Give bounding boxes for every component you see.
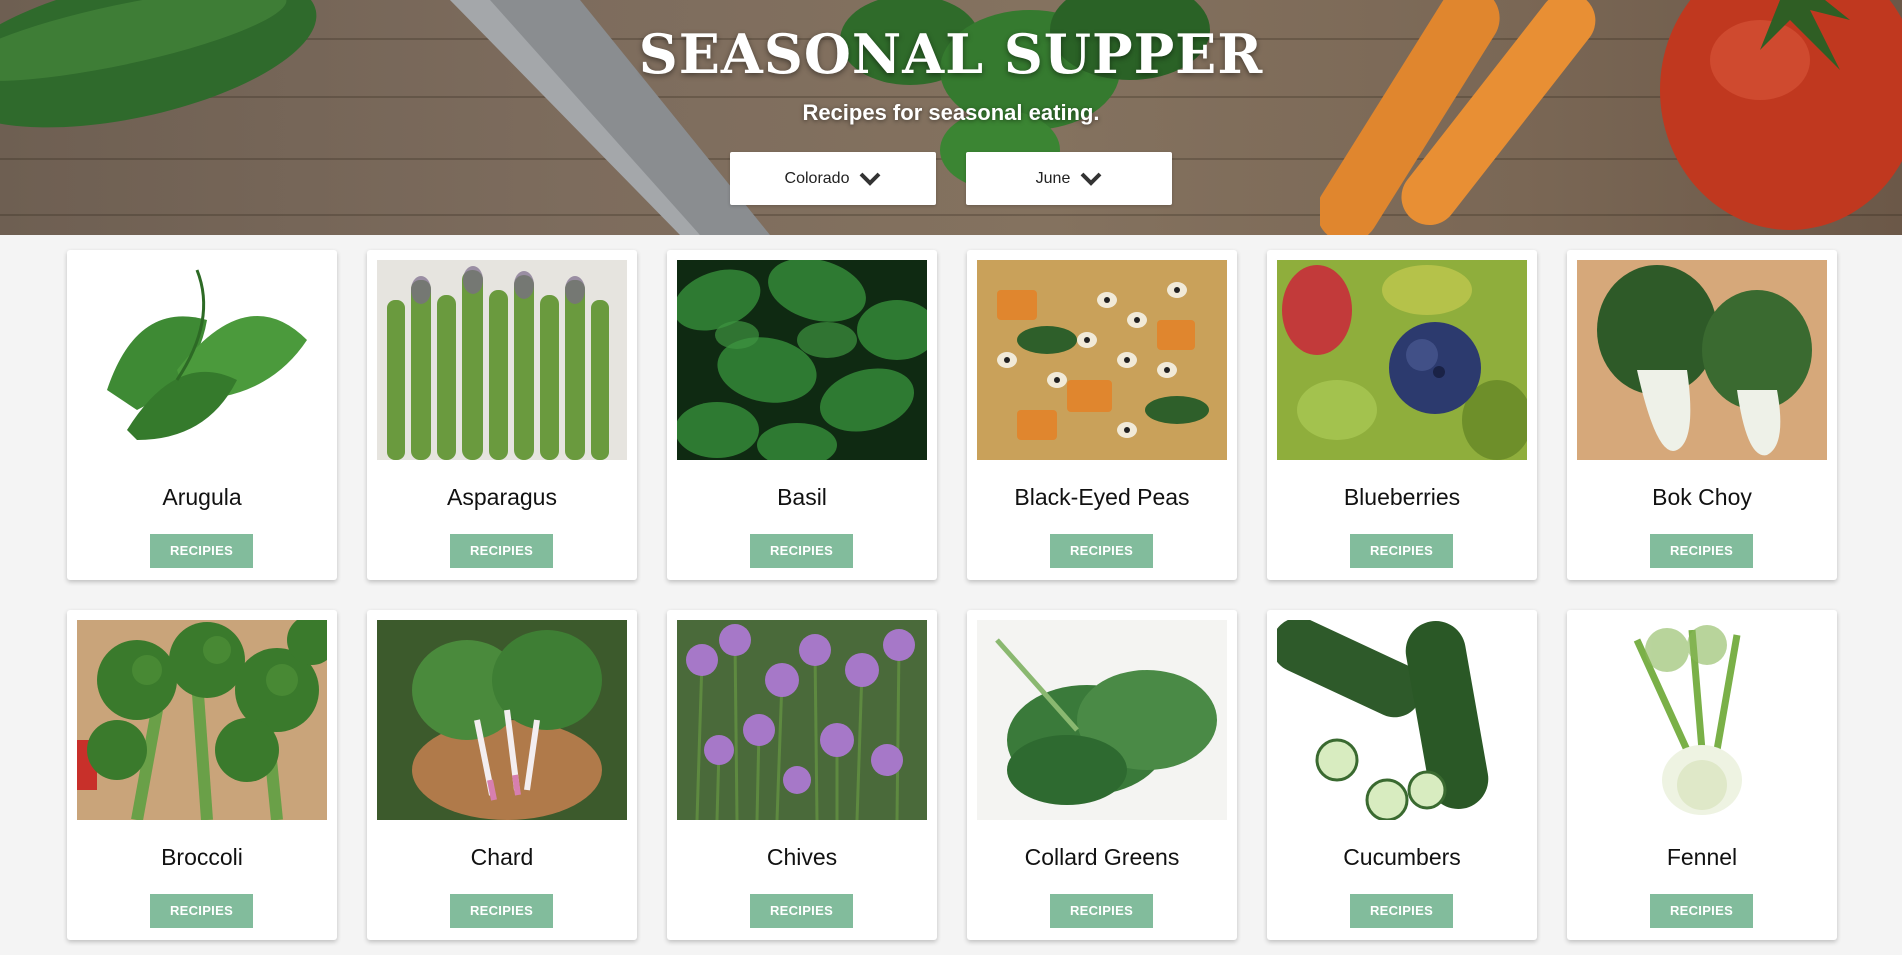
produce-card: Collard Greens RECIPIES [967,610,1237,940]
produce-name: Fennel [1666,844,1738,870]
black-eyed-peas-image[interactable] [977,260,1227,460]
broccoli-image[interactable] [77,620,327,820]
recipes-button[interactable]: RECIPIES [450,894,553,928]
asparagus-image[interactable] [377,260,627,460]
produce-name: Basil [777,484,827,510]
month-select-value: June [1035,169,1071,187]
cucumbers-image[interactable] [1277,620,1527,820]
produce-card: Basil RECIPIES [667,250,937,580]
recipes-button[interactable]: RECIPIES [1050,894,1153,928]
site-title: SEASONAL SUPPER [638,22,1264,86]
recipes-button[interactable]: RECIPIES [1050,534,1153,568]
recipes-button[interactable]: RECIPIES [150,894,253,928]
produce-name: Chard [470,844,534,870]
basil-image[interactable] [677,260,927,460]
blueberries-image[interactable] [1277,260,1527,460]
produce-card: Bok Choy RECIPIES [1567,250,1837,580]
produce-card: Broccoli RECIPIES [67,610,337,940]
produce-name: Chives [766,844,838,870]
hero-banner: SEASONAL SUPPER Recipes for seasonal eat… [0,0,1902,235]
arugula-image[interactable] [77,260,327,460]
produce-name: Broccoli [161,844,243,870]
location-select[interactable]: Colorado [730,152,936,205]
produce-card: Cucumbers RECIPIES [1267,610,1537,940]
produce-name: Black-Eyed Peas [1014,484,1190,510]
produce-grid: Arugula RECIPIES Asparagus RECIPIES Basi… [67,250,1837,940]
location-select-value: Colorado [784,169,850,187]
produce-card: Asparagus RECIPIES [367,250,637,580]
recipes-button[interactable]: RECIPIES [750,894,853,928]
produce-name: Bok Choy [1652,484,1752,510]
recipes-button[interactable]: RECIPIES [150,534,253,568]
produce-name: Arugula [162,484,242,510]
recipes-button[interactable]: RECIPIES [750,534,853,568]
chives-image[interactable] [677,620,927,820]
chard-image[interactable] [377,620,627,820]
chevron-down-icon [860,172,881,186]
recipes-button[interactable]: RECIPIES [1350,894,1453,928]
produce-card: Blueberries RECIPIES [1267,250,1537,580]
recipes-button[interactable]: RECIPIES [1350,534,1453,568]
fennel-image[interactable] [1577,620,1827,820]
site-subtitle: Recipes for seasonal eating. [802,100,1100,125]
produce-name: Cucumbers [1343,844,1461,870]
recipes-button[interactable]: RECIPIES [1650,894,1753,928]
produce-card: Black-Eyed Peas RECIPIES [967,250,1237,580]
produce-card: Chives RECIPIES [667,610,937,940]
produce-name: Collard Greens [1024,844,1180,870]
produce-name: Blueberries [1343,484,1461,510]
produce-card: Fennel RECIPIES [1567,610,1837,940]
bok-choy-image[interactable] [1577,260,1827,460]
collard-greens-image[interactable] [977,620,1227,820]
month-select[interactable]: June [966,152,1172,205]
recipes-button[interactable]: RECIPIES [1650,534,1753,568]
produce-card: Arugula RECIPIES [67,250,337,580]
produce-name: Asparagus [447,484,557,510]
chevron-down-icon [1080,172,1102,186]
produce-card: Chard RECIPIES [367,610,637,940]
recipes-button[interactable]: RECIPIES [450,534,553,568]
